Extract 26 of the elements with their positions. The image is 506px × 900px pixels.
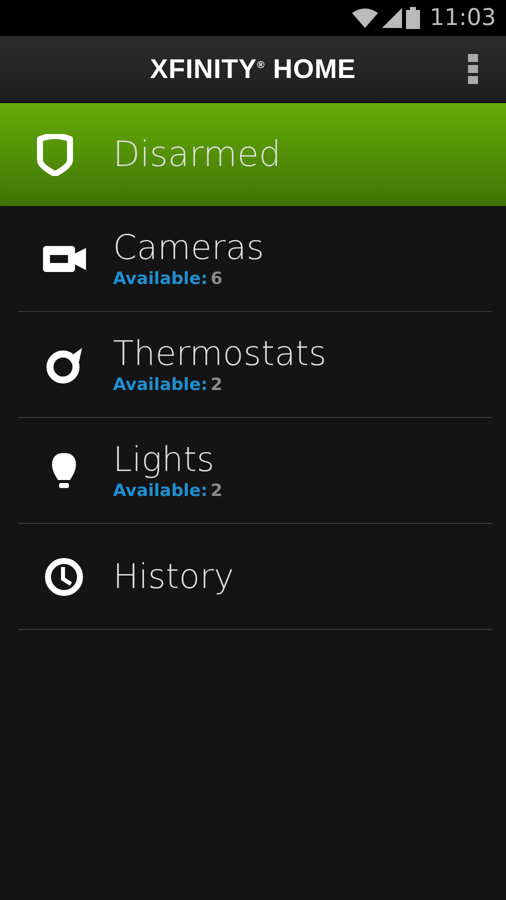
dial-icon bbox=[44, 346, 82, 384]
available-count: 2 bbox=[210, 375, 222, 395]
light-bulb-icon bbox=[50, 452, 76, 490]
menu-item[interactable]: Lights Available: 2 bbox=[18, 418, 492, 524]
item-label: History bbox=[113, 556, 234, 596]
video-camera-icon bbox=[42, 244, 86, 272]
item-label: Cameras bbox=[113, 228, 264, 268]
app-title: XFINITY$^{®}$ HOME bbox=[150, 54, 356, 84]
item-label: Lights bbox=[113, 440, 216, 480]
menu-item[interactable]: History bbox=[18, 524, 492, 630]
menu-item[interactable]: Cameras Available: 6 bbox=[18, 206, 492, 312]
available-count: 6 bbox=[210, 269, 222, 289]
status-time: 11:03 bbox=[430, 5, 496, 31]
clock-icon bbox=[44, 556, 84, 596]
menu-item[interactable]: Thermostats Available: 2 bbox=[18, 312, 492, 418]
menu-button[interactable] bbox=[468, 54, 478, 84]
available-label: Available: bbox=[113, 269, 208, 289]
available-label: Available: bbox=[113, 481, 208, 501]
signal-icon bbox=[382, 8, 402, 28]
wifi-icon bbox=[352, 8, 378, 28]
item-label: Thermostats bbox=[113, 334, 326, 374]
battery-icon bbox=[406, 7, 420, 29]
available-label: Available: bbox=[113, 375, 208, 395]
available-count: 2 bbox=[210, 481, 222, 501]
shield-icon bbox=[36, 134, 74, 176]
security-status: Disarmed bbox=[113, 134, 281, 174]
